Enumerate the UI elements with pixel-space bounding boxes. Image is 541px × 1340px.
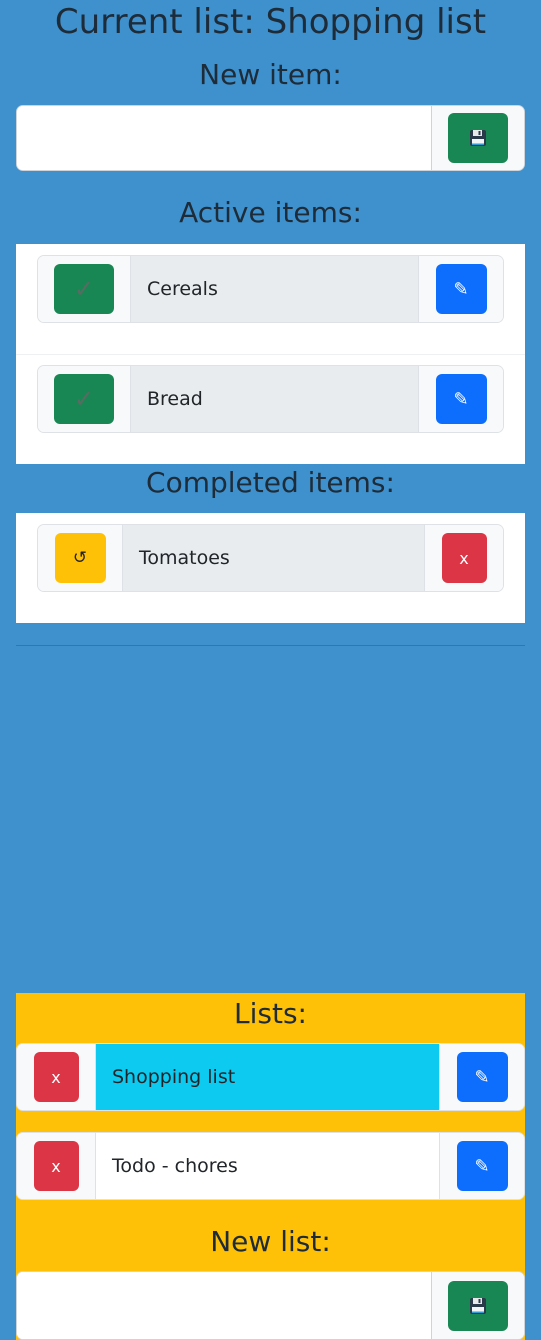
delete-list-button-cell: x xyxy=(17,1133,95,1199)
edit-list-button-cell: ✎ xyxy=(440,1133,524,1199)
delete-list-button-cell: x xyxy=(17,1044,95,1110)
x-icon: x xyxy=(459,548,469,568)
edit-list-button[interactable]: ✎ xyxy=(456,1052,508,1102)
new-list-save-addon xyxy=(431,1272,524,1339)
new-item-heading: New item: xyxy=(199,58,342,91)
item-label: Tomatoes xyxy=(122,525,425,591)
new-list-input-group xyxy=(16,1271,525,1340)
list-name[interactable]: Todo - chores xyxy=(95,1133,440,1199)
new-item-input[interactable] xyxy=(17,106,431,170)
floppy-disk-icon xyxy=(470,130,486,146)
edit-button-cell: ✎ xyxy=(419,256,503,322)
complete-button-cell: ✓ xyxy=(38,366,130,432)
list-row: x Todo - chores ✎ xyxy=(16,1132,525,1200)
delete-button-cell: x xyxy=(425,525,503,591)
active-items-panel: ✓ Cereals ✎ ✓ Bread ✎ xyxy=(16,244,525,464)
edit-button-cell: ✎ xyxy=(419,366,503,432)
pencil-icon: ✎ xyxy=(474,1155,490,1177)
check-icon: ✓ xyxy=(73,385,95,413)
new-list-heading: New list: xyxy=(210,1225,331,1258)
new-list-input[interactable] xyxy=(17,1272,431,1339)
pencil-icon: ✎ xyxy=(474,1066,490,1088)
undo-icon: ↺ xyxy=(72,548,88,568)
pencil-icon: ✎ xyxy=(453,388,469,410)
lists-heading: Lists: xyxy=(234,997,307,1030)
item-label: Cereals xyxy=(130,256,419,322)
active-items-heading: Active items: xyxy=(179,196,362,229)
item-label: Bread xyxy=(130,366,419,432)
floppy-disk-icon xyxy=(470,1297,486,1314)
delete-list-button[interactable]: x xyxy=(33,1052,79,1102)
list-item: ✓ Bread ✎ xyxy=(37,365,504,433)
edit-item-button[interactable]: ✎ xyxy=(435,374,487,424)
x-icon: x xyxy=(51,1067,61,1087)
completed-items-heading: Completed items: xyxy=(146,466,395,499)
delete-list-button[interactable]: x xyxy=(33,1141,79,1191)
edit-list-button[interactable]: ✎ xyxy=(456,1141,508,1191)
new-item-save-addon xyxy=(431,106,524,170)
list-row: x Shopping list ✎ xyxy=(16,1043,525,1111)
list-item: ↺ Tomatoes x xyxy=(37,524,504,592)
list-name-selected[interactable]: Shopping list xyxy=(95,1044,440,1110)
complete-button-cell: ✓ xyxy=(38,256,130,322)
new-item-input-group xyxy=(16,105,525,171)
completed-items-panel: ↺ Tomatoes x xyxy=(16,513,525,623)
complete-item-button[interactable]: ✓ xyxy=(54,374,114,424)
delete-item-button[interactable]: x xyxy=(441,533,487,583)
pencil-icon: ✎ xyxy=(453,278,469,300)
restore-button-cell: ↺ xyxy=(38,525,122,591)
save-item-button[interactable] xyxy=(448,113,508,163)
page-title: Current list: Shopping list xyxy=(54,2,487,42)
edit-item-button[interactable]: ✎ xyxy=(435,264,487,314)
lists-panel: Lists: x Shopping list ✎ x Todo - chores… xyxy=(16,993,525,1340)
complete-item-button[interactable]: ✓ xyxy=(54,264,114,314)
list-item: ✓ Cereals ✎ xyxy=(37,255,504,323)
save-list-button[interactable] xyxy=(448,1280,508,1331)
edit-list-button-cell: ✎ xyxy=(440,1044,524,1110)
divider xyxy=(16,645,525,646)
active-items-separator xyxy=(16,354,525,355)
x-icon: x xyxy=(51,1156,61,1176)
check-icon: ✓ xyxy=(73,275,95,303)
restore-item-button[interactable]: ↺ xyxy=(54,533,106,583)
